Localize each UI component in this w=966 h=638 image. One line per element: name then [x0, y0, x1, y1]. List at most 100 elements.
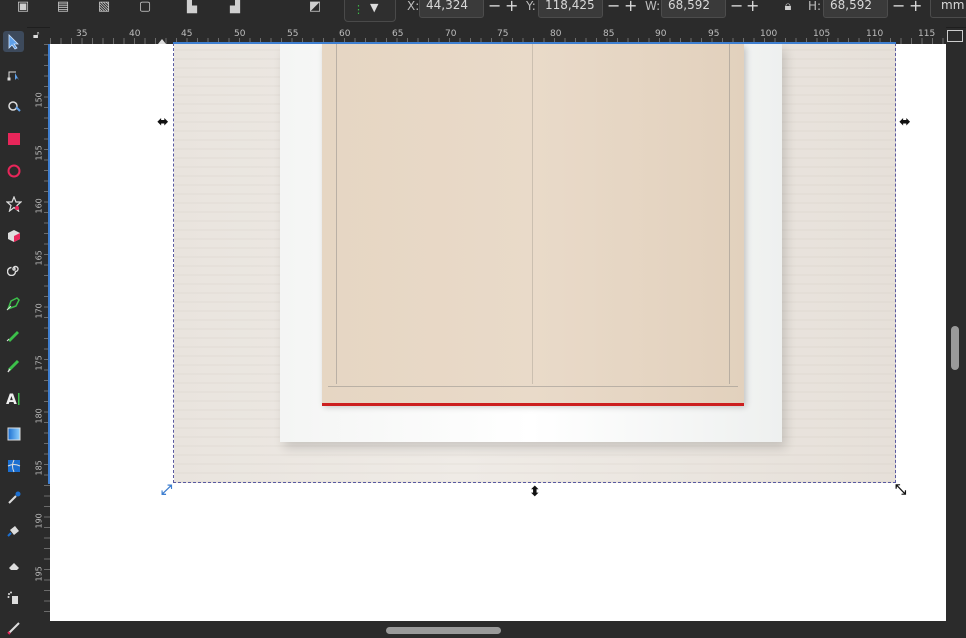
chevron-down-icon: ▼	[370, 1, 379, 14]
vruler-label: 195	[34, 566, 44, 582]
y-decrement-button[interactable]: −	[607, 0, 620, 14]
hruler-label: 40	[129, 29, 141, 39]
eraser-tool[interactable]	[3, 554, 24, 575]
text-tool[interactable]: A	[3, 388, 24, 409]
spiral-icon	[6, 265, 19, 276]
node-icon	[7, 71, 19, 80]
gradient-icon	[7, 427, 20, 440]
x-increment-button[interactable]: +	[505, 0, 518, 14]
w-field[interactable]: 68,592	[661, 0, 726, 18]
display-mode-icon[interactable]	[947, 30, 963, 42]
scale-handle-bottom-right[interactable]: ⤡	[895, 483, 906, 497]
hruler-label: 105	[813, 29, 831, 39]
y-increment-button[interactable]: +	[624, 0, 637, 14]
horizontal-scrollbar[interactable]	[386, 627, 501, 634]
w-label: W:	[645, 0, 661, 13]
horizontal-ruler: 35 40 45 50 55 60 65 70 75 80 85 90 95 1…	[50, 27, 946, 45]
vruler-label: 165	[34, 250, 44, 266]
vruler-label: 190	[34, 513, 44, 529]
calligraphy-icon	[7, 359, 20, 373]
raise-icon[interactable]: ▙	[183, 0, 201, 14]
w-decrement-button[interactable]: −	[730, 0, 743, 14]
toolbox: A	[0, 27, 27, 637]
hruler-label: 90	[655, 29, 667, 39]
hruler-label: 60	[339, 29, 351, 39]
x-label: X:	[407, 0, 420, 13]
x-field[interactable]: 44,324	[419, 0, 484, 18]
stack-icon[interactable]: ▤	[54, 0, 72, 14]
eraser-icon	[8, 562, 19, 570]
hruler-label: 80	[550, 29, 562, 39]
vertical-ruler: 150 155 160 165 170 175 180 185 190 195	[30, 44, 51, 621]
vruler-label: 180	[34, 408, 44, 424]
measure-tool[interactable]	[3, 617, 24, 638]
hruler-label: 110	[866, 29, 884, 39]
guide-lock-icon[interactable]: 🔓︎	[33, 30, 45, 42]
w-increment-button[interactable]: +	[746, 0, 759, 14]
unit-select[interactable]: mm	[930, 0, 966, 18]
snap-dropdown-button[interactable]: ⋮ ▼	[344, 0, 396, 22]
y-field[interactable]: 118,425	[538, 0, 603, 18]
hruler-label: 85	[603, 29, 615, 39]
measure-icon	[6, 621, 20, 635]
x-decrement-button[interactable]: −	[488, 0, 501, 14]
h-decrement-button[interactable]: −	[892, 0, 905, 14]
calligraphy-tool[interactable]	[3, 355, 24, 376]
h-field[interactable]: 68,592	[823, 0, 888, 18]
gradient-tool[interactable]	[3, 423, 24, 444]
box3d-tool[interactable]	[3, 225, 24, 246]
svg-text:A: A	[6, 392, 17, 406]
pen-tool[interactable]	[3, 293, 24, 314]
selector-tool[interactable]	[3, 31, 24, 52]
mesh-tool[interactable]	[3, 455, 24, 476]
vruler-label: 175	[34, 355, 44, 371]
h-label: H:	[808, 0, 822, 13]
ungroup-icon[interactable]: ▢	[136, 0, 154, 14]
node-tool[interactable]	[3, 63, 24, 84]
group-icon[interactable]: ▧	[95, 0, 113, 14]
hruler-label: 115	[918, 29, 936, 39]
paint-bucket-tool[interactable]	[3, 520, 24, 541]
vruler-label: 160	[34, 198, 44, 214]
hruler-label: 100	[760, 29, 778, 39]
spiral-tool[interactable]	[3, 258, 24, 279]
hruler-label: 95	[708, 29, 720, 39]
vruler-label: 155	[34, 145, 44, 161]
tweak-tool[interactable]	[3, 95, 24, 116]
transform-icon[interactable]: ◩	[306, 0, 324, 14]
pencil-tool[interactable]	[3, 324, 24, 345]
scale-handle-left[interactable]: ⬌	[157, 115, 169, 129]
hruler-label: 70	[445, 29, 457, 39]
spray-tool[interactable]	[3, 587, 24, 608]
rectangle-tool[interactable]	[3, 128, 24, 149]
text-icon: A	[6, 392, 19, 406]
tweak-icon	[7, 100, 21, 112]
ellipse-icon	[7, 164, 20, 177]
hruler-label: 75	[497, 29, 509, 39]
vruler-label: 150	[34, 92, 44, 108]
selector-icon	[8, 33, 19, 50]
ellipse-tool[interactable]	[3, 160, 24, 181]
pen-icon	[6, 297, 20, 311]
canvas[interactable]: ⬌ ⬌ ⤢ ⬍ ⤡	[50, 44, 946, 621]
align-icon[interactable]: ▣	[14, 0, 32, 14]
lower-icon[interactable]: ▟	[226, 0, 244, 14]
scale-handle-right[interactable]: ⬌	[899, 115, 911, 129]
tool-controls-bar: ▣ ▤ ▧ ▢ ▙ ▟ ◩ ⋮ ▼ X: 44,324 − + Y: 118,4…	[0, 0, 966, 28]
hruler-label: 55	[287, 29, 299, 39]
selection-bounding-box	[173, 44, 896, 483]
dropper-tool[interactable]	[3, 487, 24, 508]
snap-icon: ⋮	[353, 3, 364, 16]
box3d-icon	[7, 229, 20, 242]
star-tool[interactable]	[3, 193, 24, 214]
hruler-label: 65	[392, 29, 404, 39]
paint-bucket-icon	[6, 525, 19, 537]
spray-icon	[7, 591, 18, 604]
hruler-label: 45	[181, 29, 193, 39]
scale-handle-bottom-left[interactable]: ⤢	[161, 483, 172, 497]
vertical-scrollbar[interactable]	[951, 326, 959, 370]
hruler-label: 35	[76, 29, 88, 39]
scale-handle-bottom[interactable]: ⬍	[529, 485, 541, 499]
h-increment-button[interactable]: +	[909, 0, 922, 14]
lock-ratio-icon[interactable]: 🔒︎	[779, 0, 797, 14]
